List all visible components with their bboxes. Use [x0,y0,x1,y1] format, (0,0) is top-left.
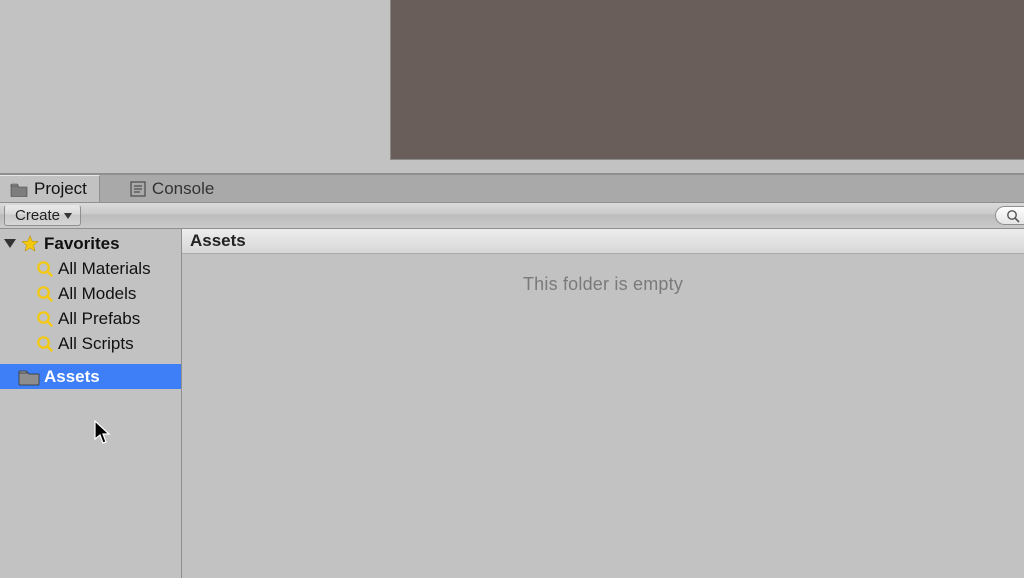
search-icon [36,260,54,278]
sidebar-item-label: All Prefabs [58,309,140,329]
empty-folder-message: This folder is empty [182,254,1024,578]
empty-folder-text: This folder is empty [523,274,683,578]
sidebar-item-all-materials[interactable]: All Materials [0,256,181,281]
search-icon [36,335,54,353]
sidebar-item-label: All Scripts [58,334,134,354]
folder-icon [10,182,28,197]
sidebar-item-all-models[interactable]: All Models [0,281,181,306]
upper-panels [0,0,1024,174]
expand-toggle-icon[interactable] [4,239,16,248]
breadcrumb[interactable]: Assets [182,229,1024,254]
dropdown-caret-icon [64,213,72,219]
project-sidebar: Favorites All Materials All Models [0,229,182,578]
sidebar-item-favorites[interactable]: Favorites [0,231,181,256]
sidebar-assets-label: Assets [44,367,100,387]
project-content-area: Assets This folder is empty [182,229,1024,578]
sidebar-item-label: All Materials [58,259,151,279]
sidebar-item-label: All Models [58,284,136,304]
search-icon [36,310,54,328]
create-button-label: Create [15,207,60,224]
project-toolbar: Create [0,203,1024,229]
scene-viewport-fragment [390,0,1024,160]
search-icon [36,285,54,303]
panel-divider-vertical[interactable] [382,0,390,174]
star-icon [20,234,40,254]
tab-project[interactable]: Project [0,175,100,202]
tab-console-label: Console [152,179,214,199]
create-button[interactable]: Create [4,205,81,226]
tab-project-label: Project [34,179,87,199]
tab-console[interactable]: Console [120,175,226,202]
sidebar-item-all-prefabs[interactable]: All Prefabs [0,306,181,331]
sidebar-item-all-scripts[interactable]: All Scripts [0,331,181,356]
console-icon [130,181,146,197]
project-panel-body: Favorites All Materials All Models [0,229,1024,578]
sidebar-favorites-label: Favorites [44,234,120,254]
project-tab-strip: Project Console [0,174,1024,203]
folder-icon [18,368,40,386]
breadcrumb-label: Assets [190,231,246,251]
sidebar-item-assets[interactable]: Assets [0,364,181,389]
search-icon [1006,209,1020,223]
search-input[interactable] [995,206,1024,225]
